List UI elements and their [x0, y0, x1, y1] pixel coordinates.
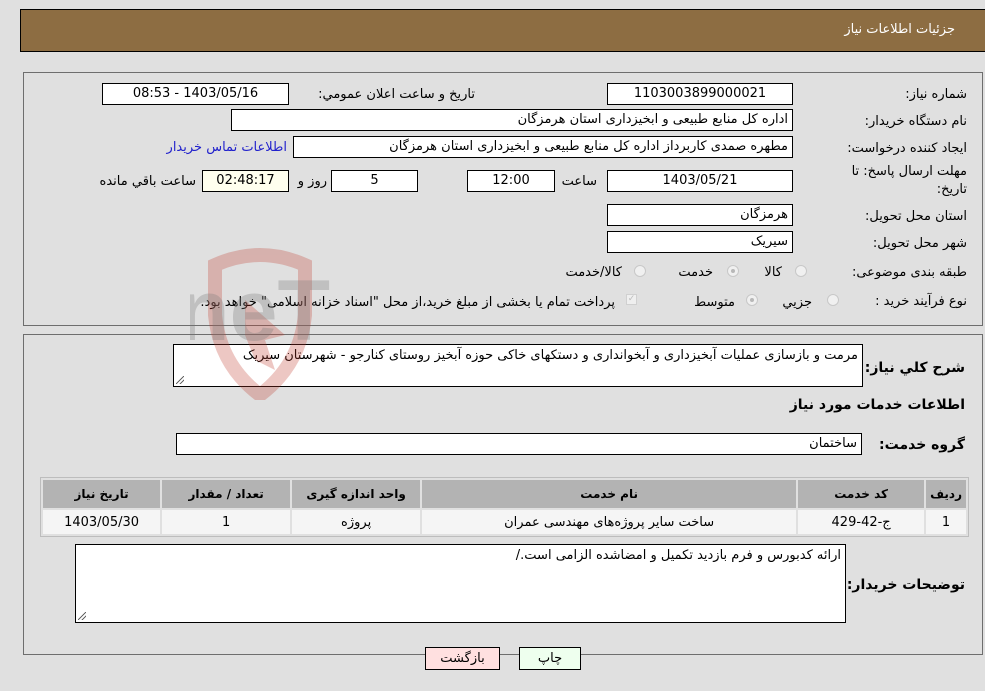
category-label: طبقه بندی موضوعی: — [851, 265, 967, 280]
col-header-unit: واحد اندازه گیری — [292, 480, 421, 508]
description-text: مرمت و بازسازی عملیات آبخیزداری و آبخوان… — [242, 348, 858, 363]
col-header-service-code: کد خدمت — [798, 480, 925, 508]
col-header-quantity: تعداد / مقدار — [162, 480, 291, 508]
cell-quantity: 1 — [162, 510, 291, 534]
cell-service-code: ج-42-429 — [798, 510, 925, 534]
need-number-field: 1103003899000021 — [607, 83, 793, 105]
purchase-type-label: نوع فرآیند خرید : — [875, 294, 967, 309]
back-button[interactable]: بازگشت — [425, 647, 500, 670]
purchase-option-medium: متوسط — [694, 295, 735, 310]
category-radio-service[interactable] — [727, 265, 739, 277]
table-row: 1 ج-42-429 ساخت سایر پروژه‌های مهندسی عم… — [43, 510, 966, 534]
cell-service-name: ساخت سایر پروژه‌های مهندسی عمران — [422, 510, 797, 534]
remaining-time-label: ساعت باقي مانده — [99, 174, 196, 189]
cell-row-number: 1 — [926, 510, 966, 534]
col-header-need-date: تاریخ نیاز — [43, 480, 161, 508]
purchase-option-minor: جزيي — [782, 295, 812, 310]
announce-datetime-field: 1403/05/16 - 08:53 — [102, 83, 289, 105]
category-option-goods: کالا — [764, 265, 782, 280]
page-title: جزئیات اطلاعات نیاز — [844, 22, 955, 37]
deadline-time-label: ساعت — [561, 174, 597, 189]
buyer-contact-link[interactable]: اطلاعات تماس خریدار — [167, 140, 287, 155]
service-group-field: ساختمان — [176, 433, 862, 455]
buyer-notes-text: ارائه کدبورس و فرم بازدید تکمیل و امضاشد… — [515, 548, 841, 563]
days-label: روز و — [297, 174, 327, 189]
deadline-label-line2: تاریخ: — [936, 182, 967, 197]
deadline-time-field: 12:00 — [467, 170, 555, 192]
resize-grip-icon[interactable] — [78, 612, 86, 620]
requester-field: مطهره صمدی کاربرداز اداره کل منابع طبیعی… — [293, 136, 793, 158]
category-radio-goods[interactable] — [795, 265, 807, 277]
deadline-label-line1: مهلت ارسال پاسخ: تا — [851, 164, 967, 179]
delivery-province-field: هرمزگان — [607, 204, 793, 226]
services-table: ردیف کد خدمت نام خدمت واحد اندازه گیری ت… — [40, 477, 969, 537]
remaining-days-field: 5 — [331, 170, 418, 192]
delivery-city-field: سیریک — [607, 231, 793, 253]
category-option-service: خدمت — [678, 265, 713, 280]
description-label: شرح کلي نياز: — [864, 360, 965, 376]
payment-checkbox[interactable]: ✓ — [626, 294, 637, 305]
cell-unit: پروژه — [292, 510, 421, 534]
page-header: جزئیات اطلاعات نیاز — [20, 9, 985, 52]
requester-label: ایجاد کننده درخواست: — [847, 141, 967, 156]
service-group-label: گروه خدمت: — [879, 437, 965, 453]
buyer-org-field: اداره کل منابع طبیعی و ابخیزداری استان ه… — [231, 109, 793, 131]
description-textarea[interactable]: مرمت و بازسازی عملیات آبخیزداری و آبخوان… — [173, 344, 863, 387]
remaining-time-field: 02:48:17 — [202, 170, 289, 192]
delivery-city-label: شهر محل تحویل: — [872, 236, 967, 251]
deadline-date-field: 1403/05/21 — [607, 170, 793, 192]
table-header-row: ردیف کد خدمت نام خدمت واحد اندازه گیری ت… — [43, 480, 966, 508]
payment-note: پرداخت تمام یا بخشی از مبلغ خرید،از محل … — [200, 295, 615, 310]
delivery-province-label: استان محل تحویل: — [865, 209, 967, 224]
purchase-radio-minor[interactable] — [827, 294, 839, 306]
need-number-label: شماره نیاز: — [905, 87, 967, 102]
announce-datetime-label: تاریخ و ساعت اعلان عمومي: — [318, 87, 475, 102]
buyer-notes-label: توضیحات خریدار: — [846, 577, 965, 593]
buyer-org-label: نام دستگاه خريدار: — [864, 114, 967, 129]
col-header-row-number: ردیف — [926, 480, 966, 508]
col-header-service-name: نام خدمت — [422, 480, 797, 508]
buyer-notes-textarea[interactable]: ارائه کدبورس و فرم بازدید تکمیل و امضاشد… — [75, 544, 846, 623]
purchase-radio-medium[interactable] — [746, 294, 758, 306]
category-radio-goods-service[interactable] — [634, 265, 646, 277]
resize-grip-icon[interactable] — [176, 376, 184, 384]
services-heading: اطلاعات خدمات مورد نیاز — [789, 397, 965, 413]
print-button[interactable]: چاپ — [519, 647, 581, 670]
cell-need-date: 1403/05/30 — [43, 510, 161, 534]
category-option-goods-service: کالا/خدمت — [565, 265, 622, 280]
